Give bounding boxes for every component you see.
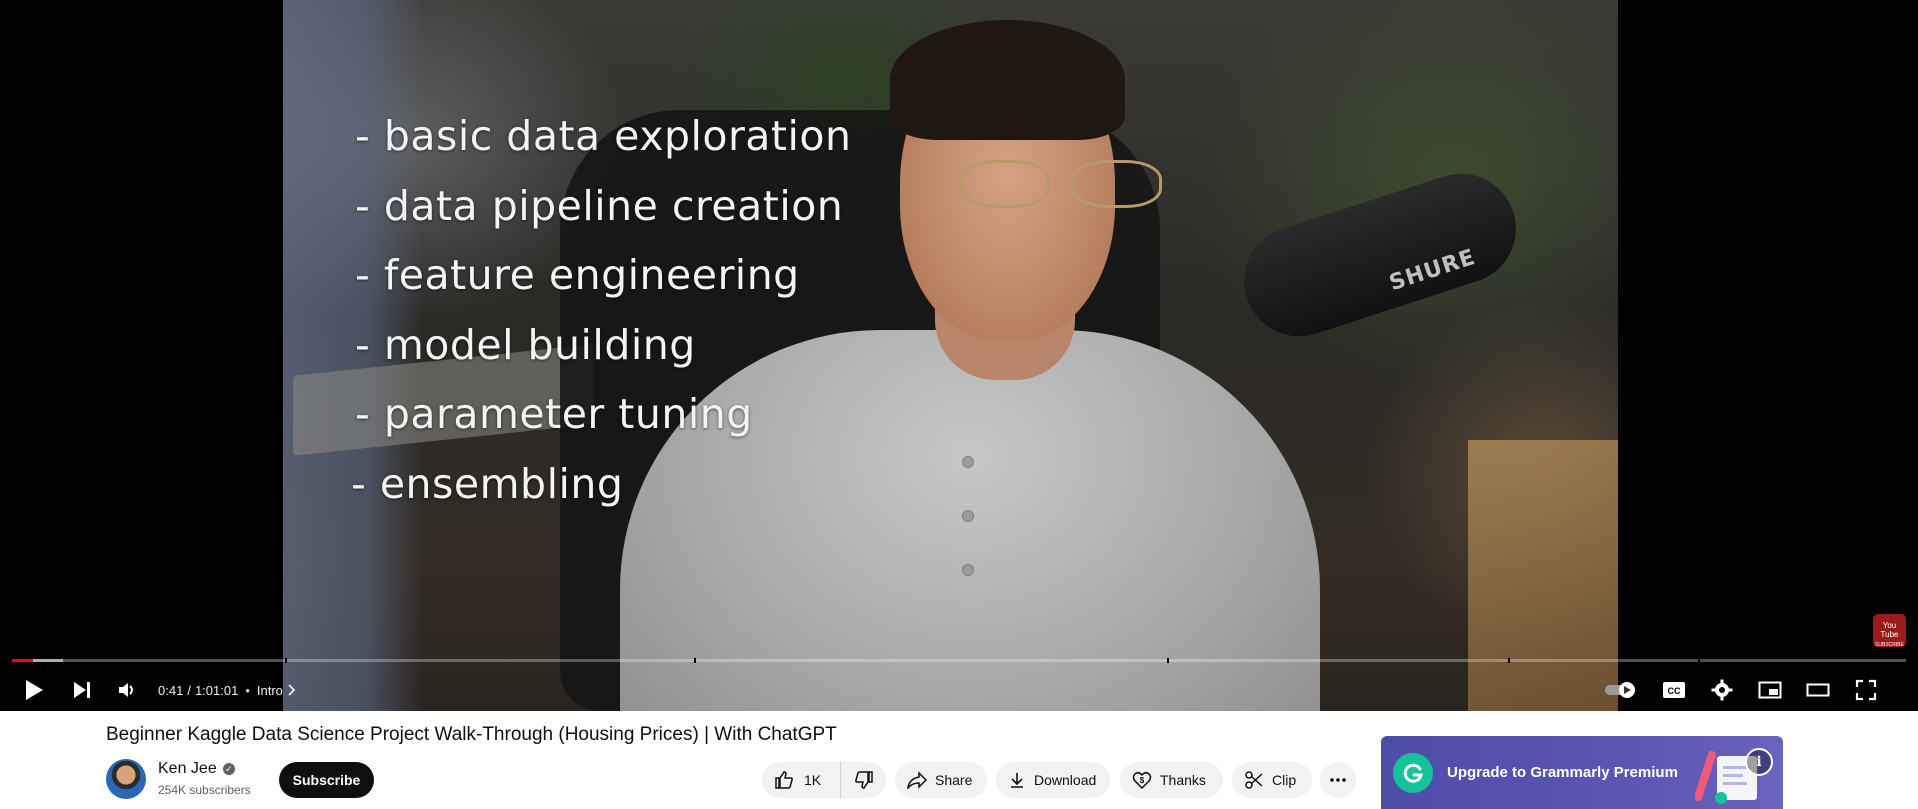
download-button[interactable]: Download xyxy=(996,762,1110,798)
volume-button[interactable] xyxy=(113,670,141,710)
theater-mode-button[interactable] xyxy=(1804,670,1832,710)
chapter-dot: • xyxy=(245,682,250,698)
youtube-logo-icon[interactable]: You Tube SUBSCRIBE xyxy=(1873,614,1906,648)
fullscreen-button[interactable] xyxy=(1852,670,1880,710)
overlay-line: - model building xyxy=(355,320,696,369)
grammarly-ad-banner[interactable]: Upgrade to Grammarly Premium i xyxy=(1381,736,1783,809)
fullscreen-icon xyxy=(1855,679,1877,701)
shirt-button xyxy=(962,510,974,522)
dislike-button[interactable] xyxy=(841,762,886,798)
thanks-button[interactable]: $ Thanks xyxy=(1120,762,1223,798)
settings-button[interactable] xyxy=(1709,670,1735,710)
thanks-heart-dollar-icon: $ xyxy=(1132,771,1152,790)
current-time: 0:41 xyxy=(158,682,184,698)
next-button[interactable] xyxy=(68,670,96,710)
video-player[interactable]: SHURE - basic data exploration - data pip… xyxy=(0,0,1918,711)
duration: 1:01:01 xyxy=(194,682,239,698)
chapter-marker xyxy=(693,658,696,663)
video-overlay-list: - basic data exploration - data pipeline … xyxy=(351,106,852,523)
scissors-icon xyxy=(1245,771,1263,789)
svg-text:CC: CC xyxy=(1668,686,1681,696)
scene-desk xyxy=(1468,440,1618,711)
miniplayer-button[interactable] xyxy=(1756,670,1784,710)
overlay-line: - parameter tuning xyxy=(355,390,753,438)
progress-bar[interactable] xyxy=(12,658,1906,663)
overlay-line: - ensembling xyxy=(351,459,624,508)
ad-text[interactable]: Upgrade to Grammarly Premium xyxy=(1447,764,1678,781)
clip-button[interactable]: Clip xyxy=(1232,762,1312,798)
download-label: Download xyxy=(1034,772,1097,788)
overlay-line: - basic data exploration xyxy=(355,112,852,160)
avatar[interactable] xyxy=(106,759,146,799)
chapter-marker xyxy=(1697,658,1700,663)
video-title: Beginner Kaggle Data Science Project Wal… xyxy=(106,724,837,745)
scene-presenter-hair xyxy=(890,20,1125,140)
download-icon xyxy=(1011,773,1023,788)
overlay-line: - data pipeline creation xyxy=(355,181,844,230)
verified-check-icon: ✓ xyxy=(222,763,235,775)
subscribe-button[interactable]: Subscribe xyxy=(279,762,374,798)
chapter-button[interactable]: Intro xyxy=(257,683,283,698)
like-button[interactable]: 1K xyxy=(762,762,841,798)
progress-track[interactable] xyxy=(12,659,1906,662)
overlay-line: - feature engineering xyxy=(355,251,800,299)
theater-mode-icon xyxy=(1806,683,1830,697)
time-display: 0:41 / 1:01:01 • Intro xyxy=(158,670,297,710)
channel-name-link[interactable]: Ken Jee ✓ xyxy=(158,760,235,778)
play-button[interactable] xyxy=(20,670,48,710)
shirt-button xyxy=(962,456,974,468)
chapter-marker xyxy=(1508,658,1511,663)
thumbs-up-icon xyxy=(775,771,793,789)
more-horizontal-icon xyxy=(1330,778,1346,782)
progress-played xyxy=(12,659,33,662)
like-dislike-group: 1K xyxy=(762,762,886,798)
channel-name[interactable]: Ken Jee xyxy=(158,760,217,778)
thumbs-down-icon xyxy=(854,771,873,789)
shirt-button xyxy=(962,564,974,576)
autoplay-toggle-icon xyxy=(1605,682,1635,698)
svg-text:$: $ xyxy=(1140,776,1145,785)
subscriber-count: 254K subscribers xyxy=(158,783,251,797)
ad-info-button[interactable]: i xyxy=(1745,748,1773,776)
scene-glasses xyxy=(960,160,1170,210)
share-label: Share xyxy=(935,772,973,788)
next-icon xyxy=(74,682,90,698)
clip-label: Clip xyxy=(1272,772,1297,788)
grammarly-logo-icon xyxy=(1393,753,1433,793)
chapter-marker xyxy=(284,658,287,663)
like-count: 1K xyxy=(804,772,822,788)
volume-icon xyxy=(119,683,133,697)
chevron-right-icon[interactable] xyxy=(287,684,297,696)
captions-button[interactable]: CC xyxy=(1660,670,1688,710)
time-separator: / xyxy=(187,682,191,698)
autoplay-toggle[interactable] xyxy=(1604,670,1640,710)
thanks-label: Thanks xyxy=(1160,772,1206,788)
chapter-marker xyxy=(1167,658,1170,663)
share-icon xyxy=(907,771,927,789)
miniplayer-icon xyxy=(1758,681,1782,699)
share-button[interactable]: Share xyxy=(895,762,987,798)
gear-icon xyxy=(1711,679,1733,701)
more-actions-button[interactable] xyxy=(1320,762,1356,798)
captions-icon: CC xyxy=(1663,682,1685,698)
play-icon xyxy=(26,680,43,700)
